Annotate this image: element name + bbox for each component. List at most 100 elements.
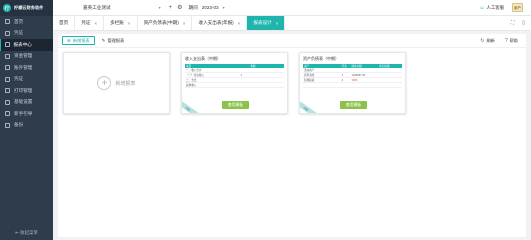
tab-home[interactable]: 首页: [53, 16, 76, 30]
period-select[interactable]: 2023-03: [202, 5, 219, 10]
sidebar-item-voucher-2[interactable]: 凭证: [0, 74, 53, 86]
table-cell: [303, 82, 341, 88]
table-cell: [249, 82, 284, 88]
collapse-menu-label: 收起菜单: [20, 230, 38, 235]
company-name: 嘉英工业测试: [83, 4, 111, 10]
chevron-down-icon: ▾: [222, 5, 225, 10]
refresh-icon: ↻: [480, 37, 485, 44]
template-preview-table: 资产 行次 期末余额 年初余额 流动资产 货币资金 1 1234567.00 短期投…: [303, 64, 402, 88]
table-cell: [350, 82, 379, 88]
sidebar-item-voucher[interactable]: 凭证: [0, 28, 53, 40]
sidebar-item-label: 资金管理: [14, 53, 33, 59]
backup-icon: [5, 122, 10, 128]
company-selector[interactable]: 嘉英工业测试 ▾: [83, 5, 161, 11]
collapse-icon: ⇤: [15, 230, 19, 235]
table-cell: [340, 82, 351, 88]
guide-icon: [5, 111, 10, 117]
new-report-card[interactable]: + 新增报表: [63, 52, 170, 114]
edit-icon: ✎: [101, 37, 106, 43]
fund-icon: [5, 53, 10, 59]
sidebar: 柠 柠檬云财务软件 首页 凭证 报表中心 资金管理 账外管理 凭证 打印管理 基…: [0, 0, 53, 240]
voucher-icon: [5, 76, 10, 82]
tab-label: 凭证: [81, 20, 91, 25]
sidebar-item-label: 凭证: [14, 76, 24, 82]
use-template-button[interactable]: 套用模板: [340, 101, 367, 109]
template-card-income[interactable]: 收入支出表（中期） 项目 金额 一、收入合计 （一）营业收入 1 二、支出 其他收…: [181, 52, 288, 114]
subtab-manage-reports[interactable]: ✎ 管理报表: [98, 36, 129, 45]
sidebar-item-label: 账外管理: [14, 64, 33, 70]
tab-balance-sheet[interactable]: 资产负债表(中期) ×: [138, 16, 193, 30]
tab-tools: ⛶ ▯: [511, 16, 531, 30]
tab-label: 报表设计: [253, 20, 272, 25]
table-row: 其他收入: [185, 82, 284, 88]
sidebar-item-home[interactable]: 首页: [0, 16, 53, 28]
main-panel: ⊕ 新增报表 ✎ 管理报表 ↻ 刷新 ? 帮助 + 新增报表 收入支出表（中期） 项…: [58, 34, 526, 237]
sidebar-item-label: 报表中心: [13, 41, 32, 47]
more-icon[interactable]: ▯: [522, 20, 525, 26]
collapse-menu-button[interactable]: ⇤ 收起菜单: [0, 230, 53, 236]
template-preview-table: 项目 金额 一、收入合计 （一）营业收入 1 二、支出 其他收入: [185, 64, 284, 88]
avatar[interactable]: 用户: [512, 3, 523, 12]
plus-icon: +: [97, 76, 112, 90]
sidebar-item-fund[interactable]: 资金管理: [0, 51, 53, 63]
tab-bar: 首页 凭证 × 多栏账 × 资产负债表(中期) × 收入支出表(年报) × 报表设计 × …: [53, 16, 531, 31]
sidebar-item-settings[interactable]: 基础设置: [0, 97, 53, 109]
refresh-button[interactable]: ↻ 刷新: [480, 38, 495, 44]
sidebar-item-label: 首页: [14, 18, 24, 24]
sidebar-item-guide[interactable]: 新手引导: [0, 108, 53, 120]
tab-label: 资产负债表(中期): [143, 20, 179, 25]
header-right: ☺ 人工客服 用户: [479, 3, 523, 12]
sidebar-item-label: 凭证: [14, 30, 24, 36]
period-ribbon: 中期: [300, 100, 317, 113]
offbook-icon: [5, 65, 10, 71]
add-circle-icon: ⊕: [67, 37, 71, 43]
sidebar-item-reports[interactable]: 报表中心: [0, 39, 53, 51]
table-cell: [378, 82, 402, 88]
period-ribbon: 中期: [182, 100, 199, 113]
chevron-down-icon: ▾: [158, 5, 161, 10]
sidebar-item-backup[interactable]: 备份: [0, 120, 53, 132]
sidebar-item-offbook[interactable]: 账外管理: [0, 62, 53, 74]
expand-icon[interactable]: ⛶: [511, 20, 515, 26]
sub-actions: ↻ 刷新 ? 帮助: [480, 38, 526, 44]
sidebar-item-print[interactable]: 打印管理: [0, 85, 53, 97]
app-logo[interactable]: 柠 柠檬云财务软件: [0, 0, 53, 16]
close-icon[interactable]: ×: [128, 21, 131, 26]
tab-income-statement[interactable]: 收入支出表(年报) ×: [192, 16, 248, 30]
refresh-label: 刷新: [486, 37, 495, 43]
gear-icon[interactable]: ⚙: [177, 4, 182, 11]
tab-report-design[interactable]: 报表设计 ×: [247, 16, 286, 30]
tab-label: 首页: [59, 20, 69, 25]
table-cell: [239, 82, 250, 88]
help-icon: ?: [504, 37, 508, 44]
report-icon: [4, 42, 10, 48]
new-report-label: 新增报表: [115, 80, 136, 87]
subtab-label: 新增报表: [72, 37, 90, 43]
sidebar-item-label: 打印管理: [14, 87, 33, 93]
logo-icon: 柠: [3, 4, 11, 12]
tab-label: 多栏账: [110, 20, 124, 25]
sidebar-item-label: 备份: [14, 122, 24, 128]
table-row: [303, 82, 402, 88]
help-label: 帮助: [509, 37, 518, 43]
subtab-label: 管理报表: [107, 37, 125, 43]
logo-text: 柠檬云财务软件: [14, 5, 44, 10]
close-icon[interactable]: ×: [276, 21, 279, 26]
tab-multi-ledger[interactable]: 多栏账 ×: [104, 16, 138, 30]
template-card-balance[interactable]: 资产负债表（中期） 资产 行次 期末余额 年初余额 流动资产 货币资金 1 1234…: [299, 52, 406, 114]
tab-voucher[interactable]: 凭证 ×: [75, 16, 105, 30]
add-icon[interactable]: +: [169, 5, 173, 11]
chat-icon: ☺: [479, 4, 485, 11]
close-icon[interactable]: ×: [238, 21, 241, 26]
support-label: 人工客服: [486, 4, 504, 10]
help-button[interactable]: ? 帮助: [505, 38, 518, 44]
support-button[interactable]: ☺ 人工客服: [479, 5, 504, 11]
sidebar-item-label: 新手引导: [14, 110, 33, 116]
home-icon: [5, 19, 10, 25]
close-icon[interactable]: ×: [183, 21, 186, 26]
close-icon[interactable]: ×: [94, 21, 97, 26]
subtab-new-report[interactable]: ⊕ 新增报表: [62, 36, 95, 45]
use-template-button[interactable]: 套用模板: [222, 101, 249, 109]
print-icon: [5, 88, 10, 94]
period-label: 期间: [188, 4, 198, 10]
